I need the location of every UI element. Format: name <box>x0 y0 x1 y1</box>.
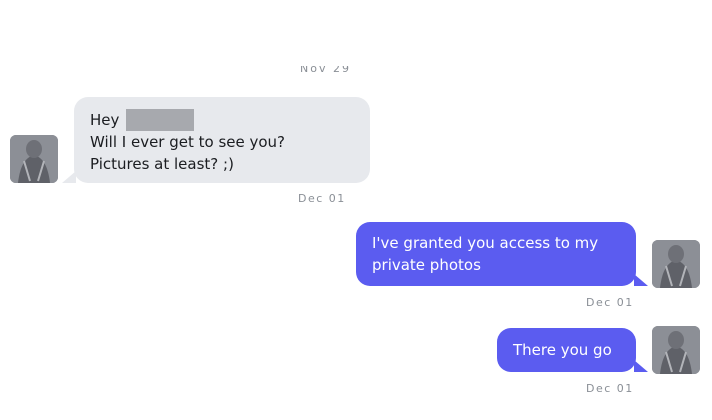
message-bubble-outgoing[interactable]: There you go <box>497 328 636 372</box>
message-line: I've granted you access to my <box>372 234 599 252</box>
bubble-tail <box>634 274 648 286</box>
message-line: Pictures at least? ;) <box>90 155 234 173</box>
message-bubble-incoming[interactable]: Hey Will I ever get to see you? Pictures… <box>74 97 370 183</box>
avatar-photo-icon <box>652 326 700 374</box>
message-bubble-outgoing[interactable]: I've granted you access to my private ph… <box>356 222 636 286</box>
avatar-photo-icon <box>652 240 700 288</box>
date-separator: Nov 29 <box>300 66 351 75</box>
avatar-photo-icon <box>10 135 58 183</box>
message-line: private photos <box>372 256 481 274</box>
redacted-name-block <box>126 109 195 131</box>
message-timestamp: Dec 01 <box>586 296 634 309</box>
own-avatar[interactable] <box>652 240 700 288</box>
message-timestamp: Dec 01 <box>298 192 346 205</box>
message-line: Will I ever get to see you? <box>90 133 286 151</box>
contact-avatar[interactable] <box>10 135 58 183</box>
bubble-tail <box>634 360 648 372</box>
message-timestamp: Dec 01 <box>586 382 634 395</box>
own-avatar[interactable] <box>652 326 700 374</box>
message-line: Hey <box>90 109 354 131</box>
bubble-tail <box>62 171 76 183</box>
message-line: There you go <box>513 341 612 359</box>
